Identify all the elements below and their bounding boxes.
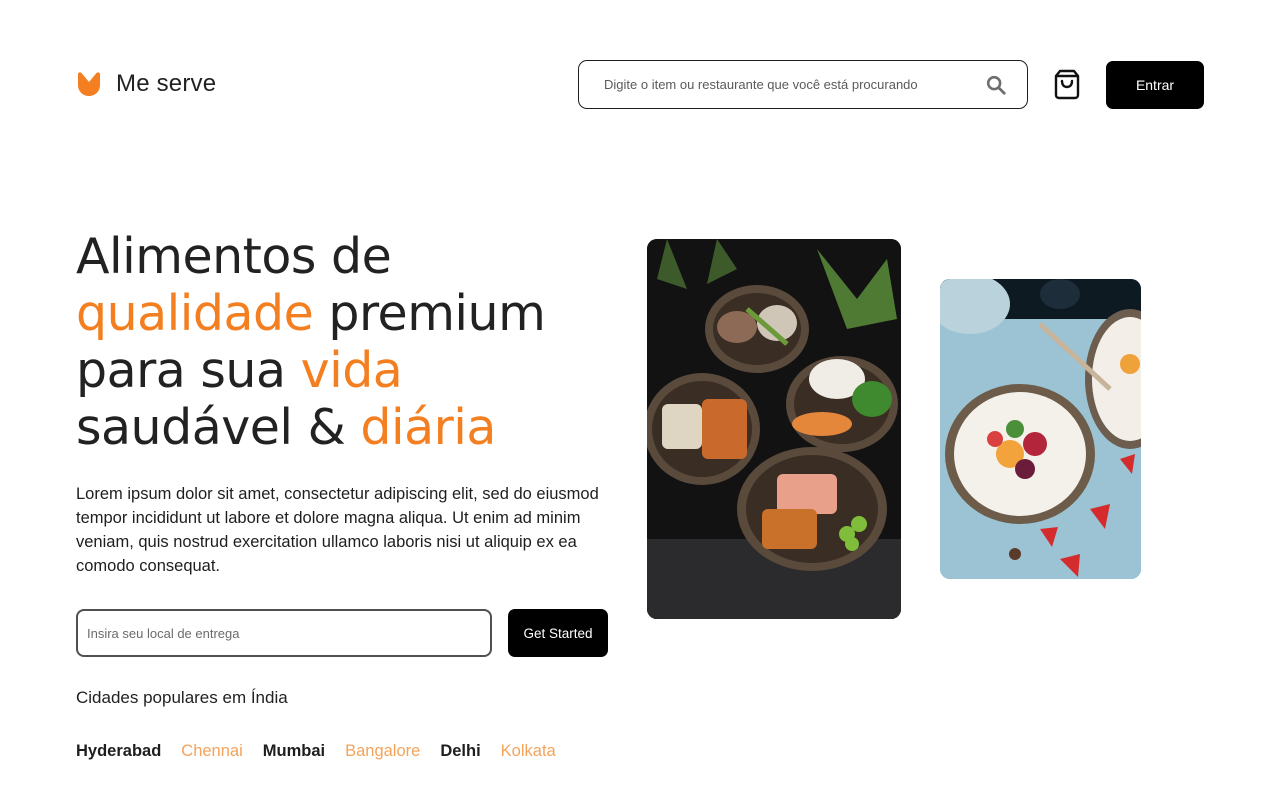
headline-part: para sua <box>76 342 301 399</box>
headline-part: saudável & <box>76 399 361 456</box>
delivery-location-field[interactable] <box>76 609 492 657</box>
search-bar[interactable] <box>578 60 1028 109</box>
search-input[interactable] <box>604 77 973 92</box>
orange-v-logo-icon <box>78 72 100 96</box>
headline-part: premium <box>313 285 546 342</box>
brand-logo[interactable]: Me serve <box>76 70 216 98</box>
hero-description: Lorem ipsum dolor sit amet, consectetur … <box>76 485 599 575</box>
delivery-location-input[interactable] <box>87 625 481 641</box>
headline-part: Alimentos de <box>76 228 392 285</box>
hero-headline: Alimentos de qualidade premium para sua … <box>76 228 636 456</box>
login-button[interactable]: Entrar <box>1106 61 1204 109</box>
city-link-bangalore[interactable]: Bangalore <box>345 742 420 761</box>
fruit-bowl-image <box>940 279 1141 579</box>
popular-cities-list: Hyderabad Chennai Mumbai Bangalore Delhi… <box>76 742 556 761</box>
headline-accent-daily: diária <box>360 399 496 456</box>
city-link-kolkata[interactable]: Kolkata <box>501 742 556 761</box>
brand-name: Me serve <box>116 70 217 97</box>
city-link-mumbai[interactable]: Mumbai <box>263 742 325 761</box>
city-link-hyderabad[interactable]: Hyderabad <box>76 742 161 761</box>
get-started-button[interactable]: Get Started <box>508 609 608 657</box>
city-link-chennai[interactable]: Chennai <box>181 742 242 761</box>
shopping-bag-icon[interactable] <box>1052 68 1082 100</box>
headline-accent-life: vida <box>300 342 403 399</box>
search-icon[interactable] <box>985 74 1007 96</box>
city-link-delhi[interactable]: Delhi <box>440 742 480 761</box>
popular-cities-title: Cidades populares em Índia <box>76 688 288 707</box>
headline-accent-quality: qualidade <box>76 285 314 342</box>
food-bowls-image <box>647 239 901 619</box>
